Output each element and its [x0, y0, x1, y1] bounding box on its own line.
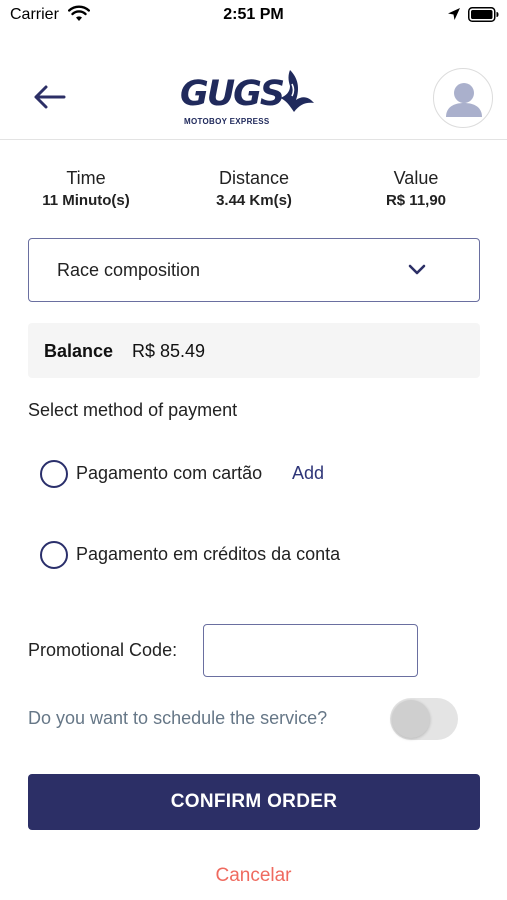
stat-price-value: R$ 11,90	[385, 192, 447, 209]
user-avatar[interactable]	[433, 68, 493, 128]
add-card-link[interactable]: Add	[292, 463, 324, 484]
battery-icon	[468, 7, 499, 22]
stat-distance-value: 3.44 Km(s)	[216, 192, 292, 209]
race-composition-label: Race composition	[57, 260, 201, 280]
stat-distance-label: Distance	[218, 168, 290, 188]
stat-time: Time 11 Minuto(s)	[16, 168, 156, 209]
race-composition-dropdown[interactable]: Race composition	[28, 238, 480, 302]
payment-option-credits: Pagamento em créditos da conta	[40, 540, 480, 570]
logo-text: GUGS	[180, 74, 285, 114]
stat-time-label: Time	[66, 168, 106, 188]
schedule-toggle[interactable]	[390, 698, 458, 740]
stat-price-label: Value	[393, 168, 439, 188]
stat-price: Value R$ 11,90	[346, 168, 486, 209]
chevron-down-icon	[408, 264, 426, 275]
stat-time-value: 11 Minuto(s)	[42, 192, 130, 209]
back-button[interactable]	[30, 82, 70, 112]
cancel-link[interactable]: Cancelar	[0, 865, 507, 887]
trip-stats: Time 11 Minuto(s) Distance 3.44 Km(s) Va…	[0, 168, 507, 216]
confirm-order-button[interactable]: CONFIRM ORDER	[28, 774, 480, 830]
status-bar: Carrier 2:51 PM	[0, 0, 507, 30]
bird-icon	[280, 70, 314, 112]
balance-box: Balance R$ 85.49	[28, 323, 480, 378]
card-payment-label[interactable]: Pagamento com cartão	[76, 463, 262, 484]
location-arrow-icon	[448, 8, 460, 20]
stat-distance: Distance 3.44 Km(s)	[184, 168, 324, 209]
toggle-knob	[392, 700, 430, 738]
user-avatar-icon	[446, 83, 482, 117]
payment-option-card: Pagamento com cartão Add	[40, 459, 480, 489]
schedule-service-label: Do you want to schedule the service?	[28, 708, 328, 728]
credits-payment-radio[interactable]	[40, 541, 68, 569]
promo-code-input[interactable]	[203, 624, 418, 677]
balance-value: R$ 85.49	[132, 341, 206, 361]
credits-payment-label[interactable]: Pagamento em créditos da conta	[76, 544, 340, 565]
gugs-logo: GUGS MOTOBOY EXPRESS	[180, 70, 320, 130]
status-time: 2:51 PM	[223, 6, 284, 23]
balance-label: Balance	[44, 341, 114, 361]
card-payment-radio[interactable]	[40, 460, 68, 488]
back-arrow-icon	[34, 85, 66, 109]
app-header: GUGS MOTOBOY EXPRESS	[0, 60, 507, 140]
promo-code-label: Promotional Code:	[28, 640, 178, 660]
logo-subtitle: MOTOBOY EXPRESS	[184, 117, 270, 126]
payment-method-heading: Select method of payment	[28, 400, 238, 420]
